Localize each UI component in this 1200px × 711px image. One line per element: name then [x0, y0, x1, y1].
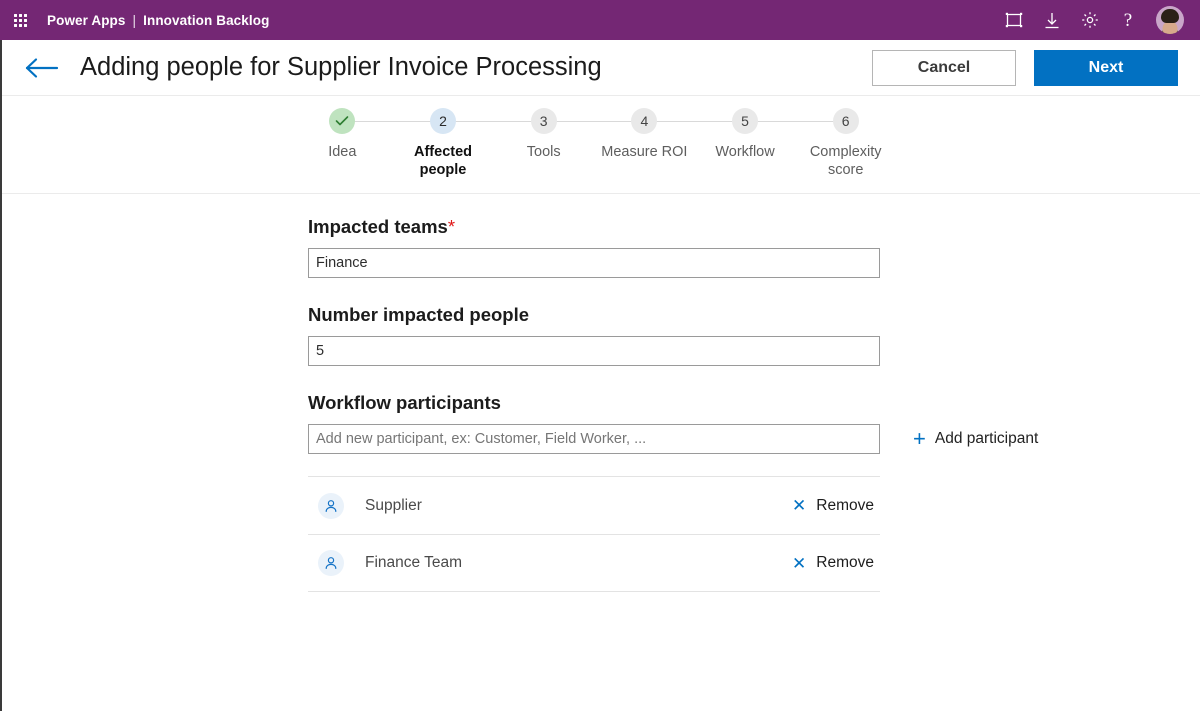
field-number-impacted-people: Number impacted people	[308, 304, 1200, 366]
person-icon	[318, 550, 344, 576]
app-name: Innovation Backlog	[143, 12, 270, 28]
number-impacted-people-label: Number impacted people	[308, 304, 530, 325]
download-icon[interactable]	[1042, 10, 1062, 30]
impacted-teams-input[interactable]	[308, 248, 880, 278]
step-3-marker: 3	[530, 108, 557, 134]
participant-list: Supplier ✕ Remove Finance Team ✕ Remove	[308, 476, 880, 592]
fit-to-screen-icon[interactable]	[1004, 10, 1024, 30]
step-6-complexity-score[interactable]: 6 Complexity score	[795, 108, 896, 179]
settings-gear-icon[interactable]	[1080, 10, 1100, 30]
brand-separator: |	[132, 12, 137, 28]
step-5-label: Workflow	[715, 144, 775, 160]
waffle-dots	[13, 13, 27, 27]
plus-icon: +	[913, 426, 926, 451]
step-6-label: Complexity score	[809, 144, 882, 178]
help-glyph: ?	[1123, 9, 1133, 31]
avatar-hair	[1161, 9, 1179, 23]
wizard-stepper: Idea 2 Affected people 3 Tools 4 Measure…	[2, 96, 1200, 194]
step-4-label: Measure ROI	[601, 144, 688, 160]
participant-name: Finance Team	[365, 554, 463, 571]
participant-name: Supplier	[365, 496, 422, 514]
field-workflow-participants: Workflow participants + Add participant	[308, 392, 1200, 592]
form-body: Impacted teams* Number impacted people W…	[2, 194, 1200, 711]
remove-label: Remove	[816, 554, 874, 571]
step-4-measure-roi[interactable]: 4 Measure ROI	[594, 108, 746, 179]
impacted-teams-label-text: Impacted teams	[308, 216, 448, 237]
add-participant-row: + Add participant	[308, 424, 1200, 454]
close-x-icon: ✕	[792, 553, 807, 573]
step-3-label: Tools	[526, 144, 561, 160]
cancel-button[interactable]: Cancel	[872, 49, 1016, 86]
list-item[interactable]: Supplier ✕ Remove	[308, 476, 880, 534]
list-item[interactable]: Finance Team ✕ Remove	[308, 534, 880, 592]
remove-participant-button[interactable]: ✕ Remove	[792, 554, 880, 572]
add-participant-label: Add participant	[934, 430, 1039, 447]
app-launcher-grid-icon[interactable]	[6, 6, 34, 34]
stepper-track: Idea 2 Affected people 3 Tools 4 Measure…	[292, 108, 896, 179]
back-arrow-icon[interactable]	[24, 53, 64, 83]
step-1-label: Idea	[328, 144, 357, 160]
remove-label: Remove	[816, 496, 874, 514]
add-participant-button[interactable]: + Add participant	[913, 428, 1038, 450]
field-impacted-teams: Impacted teams*	[308, 216, 1200, 278]
step-2-label: Affected people	[414, 144, 473, 178]
app-frame: Adding people for Supplier Invoice Proce…	[0, 40, 1200, 711]
close-x-icon: ✕	[792, 496, 807, 515]
step-4-marker: 4	[631, 108, 658, 134]
suite-bar: Power Apps | Innovation Backlog ?	[0, 0, 1200, 40]
step-5-workflow[interactable]: 5 Workflow	[695, 108, 846, 179]
next-button[interactable]: Next	[1034, 49, 1178, 86]
number-impacted-people-input[interactable]	[308, 336, 880, 366]
step-5-marker: 5	[732, 108, 759, 134]
command-actions: Cancel Next	[872, 49, 1178, 86]
workflow-participants-label: Workflow participants	[308, 392, 501, 413]
new-participant-input[interactable]	[308, 424, 880, 454]
command-header: Adding people for Supplier Invoice Proce…	[2, 40, 1200, 96]
suite-brand[interactable]: Power Apps | Innovation Backlog	[47, 13, 269, 28]
person-icon	[318, 492, 344, 519]
impacted-teams-label: Impacted teams*	[308, 216, 1200, 238]
step-1-idea[interactable]: Idea	[292, 108, 443, 179]
step-3-tools[interactable]: 3 Tools	[493, 108, 645, 179]
avatar[interactable]	[1156, 6, 1184, 34]
step-1-marker	[329, 108, 356, 134]
help-icon[interactable]: ?	[1118, 10, 1138, 30]
required-asterisk: *	[447, 216, 456, 237]
remove-participant-button[interactable]: ✕ Remove	[792, 497, 880, 515]
brand-name: Power Apps	[47, 12, 126, 28]
step-6-marker: 6	[832, 108, 859, 134]
suite-actions: ?	[1004, 6, 1192, 34]
page-title: Adding people for Supplier Invoice Proce…	[80, 53, 602, 81]
step-2-affected-people[interactable]: 2 Affected people	[393, 108, 544, 179]
step-2-marker: 2	[430, 108, 456, 134]
